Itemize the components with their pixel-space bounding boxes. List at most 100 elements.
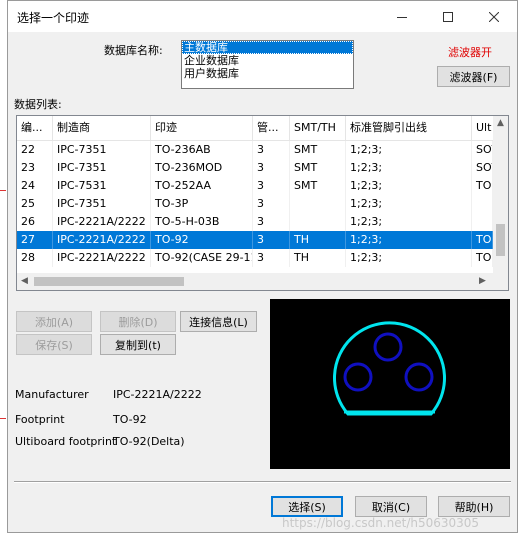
table-cell: 1;2;3; bbox=[346, 249, 472, 267]
table-cell: IPC-7351 bbox=[53, 141, 151, 159]
table-cell: 22 bbox=[17, 141, 53, 159]
table-cell: TO-92 bbox=[151, 231, 253, 249]
footprint-table[interactable]: 编... 制造商 印迹 管... SMT/TH 标准管脚引出线 Ult 22 IP… bbox=[16, 115, 509, 291]
ultiboard-value: TO-92(Delta) bbox=[113, 435, 185, 448]
background-mark bbox=[0, 190, 6, 191]
connect-info-button[interactable]: 连接信息(L) bbox=[180, 311, 257, 332]
filter-status: 滤波器开 bbox=[448, 46, 492, 59]
minimize-icon bbox=[397, 16, 407, 18]
table-header: 编... 制造商 印迹 管... SMT/TH 标准管脚引出线 Ult bbox=[17, 116, 493, 141]
background-right bbox=[519, 0, 526, 542]
table-cell: TO-5-H-03B bbox=[151, 213, 253, 231]
column-header[interactable]: SMT/TH bbox=[290, 116, 346, 140]
table-cell: 3 bbox=[253, 231, 290, 249]
maximize-button[interactable] bbox=[425, 1, 471, 32]
column-header[interactable]: 管... bbox=[253, 116, 290, 140]
table-cell: IPC-7351 bbox=[53, 159, 151, 177]
database-option[interactable]: 企业数据库 bbox=[182, 54, 353, 67]
delete-button[interactable]: 删除(D) bbox=[100, 311, 176, 332]
filter-button[interactable]: 滤波器(F) bbox=[437, 66, 510, 87]
table-cell: 1;2;3; bbox=[346, 195, 472, 213]
table-cell: IPC-2221A/2222 bbox=[53, 249, 151, 267]
cancel-button[interactable]: 取消(C) bbox=[355, 496, 427, 517]
data-list-label: 数据列表: bbox=[14, 98, 62, 111]
table-cell: TO-236AB bbox=[151, 141, 253, 159]
table-cell: TO2 bbox=[472, 177, 493, 195]
database-label: 数据库名称: bbox=[104, 44, 163, 57]
manufacturer-value: IPC-2221A/2222 bbox=[113, 388, 202, 401]
table-cell: 1;2;3; bbox=[346, 141, 472, 159]
table-cell: 1;2;3; bbox=[346, 231, 472, 249]
footprint-value: TO-92 bbox=[113, 413, 147, 426]
horizontal-scroll-thumb[interactable] bbox=[34, 277, 184, 286]
column-header[interactable]: 印迹 bbox=[151, 116, 253, 140]
table-row[interactable]: 23IPC-7351TO-236MOD3SMT1;2;3;SOT bbox=[17, 159, 493, 177]
table-row[interactable]: 27IPC-2221A/2222TO-923TH1;2;3;TO- bbox=[17, 231, 493, 249]
help-button[interactable]: 帮助(H) bbox=[438, 496, 510, 517]
table-cell: SMT bbox=[290, 177, 346, 195]
table-cell: TO- bbox=[472, 231, 493, 249]
vertical-scrollbar[interactable]: ▲ bbox=[493, 116, 508, 273]
column-header[interactable]: 制造商 bbox=[53, 116, 151, 140]
table-cell: 25 bbox=[17, 195, 53, 213]
table-cell: SMT bbox=[290, 141, 346, 159]
maximize-icon bbox=[443, 11, 453, 22]
table-cell: 3 bbox=[253, 141, 290, 159]
table-cell: TO-252AA bbox=[151, 177, 253, 195]
table-cell: TO-236MOD bbox=[151, 159, 253, 177]
footprint-dialog: 选择一个印迹 数据库名称: 主数据库 企业数据库 用户数据库 滤波器开 滤波器(… bbox=[7, 0, 518, 533]
column-header[interactable]: 编... bbox=[17, 116, 53, 140]
table-cell: 23 bbox=[17, 159, 53, 177]
table-cell: 24 bbox=[17, 177, 53, 195]
watermark: https://blog.csdn.net/h50630305 bbox=[282, 516, 480, 530]
table-row[interactable]: 24IPC-7531TO-252AA3SMT1;2;3;TO2 bbox=[17, 177, 493, 195]
table-cell bbox=[472, 213, 493, 231]
table-cell bbox=[290, 195, 346, 213]
table-cell: IPC-2221A/2222 bbox=[53, 213, 151, 231]
table-cell: TH bbox=[290, 231, 346, 249]
table-cell: 26 bbox=[17, 213, 53, 231]
table-cell bbox=[472, 195, 493, 213]
save-button[interactable]: 保存(S) bbox=[16, 334, 92, 355]
pad-2 bbox=[343, 362, 373, 392]
table-cell: 3 bbox=[253, 159, 290, 177]
copy-to-button[interactable]: 复制到(t) bbox=[100, 334, 176, 355]
table-cell: IPC-7531 bbox=[53, 177, 151, 195]
window-title: 选择一个印迹 bbox=[17, 11, 90, 25]
database-option[interactable]: 主数据库 bbox=[182, 41, 353, 54]
table-row[interactable]: 28 IPC-2221A/2222 TO-92(CASE 29-11) 3 TH 1;2;… bbox=[17, 249, 493, 267]
add-button[interactable]: 添加(A) bbox=[16, 311, 92, 332]
table-cell: TH bbox=[290, 249, 346, 267]
scroll-right-icon[interactable]: ▶ bbox=[479, 276, 486, 286]
column-header[interactable]: Ult bbox=[472, 116, 493, 140]
table-row[interactable]: 25 IPC-7351 TO-3P 3 1;2;3; bbox=[17, 195, 493, 213]
ultiboard-label: Ultiboard footprint bbox=[15, 435, 117, 448]
table-cell: 28 bbox=[17, 249, 53, 267]
database-listbox[interactable]: 主数据库 企业数据库 用户数据库 bbox=[181, 40, 354, 89]
close-button[interactable] bbox=[471, 1, 517, 32]
table-row[interactable]: 26 IPC-2221A/2222 TO-5-H-03B 3 1;2;3; bbox=[17, 213, 493, 231]
database-option[interactable]: 用户数据库 bbox=[182, 67, 353, 80]
table-cell: TO-3P bbox=[151, 195, 253, 213]
footprint-preview bbox=[270, 299, 510, 469]
column-header[interactable]: 标准管脚引出线 bbox=[346, 116, 472, 140]
scroll-up-icon[interactable]: ▲ bbox=[497, 118, 504, 128]
table-row[interactable]: 22IPC-7351TO-236AB3SMT1;2;3;SOT bbox=[17, 141, 493, 159]
pad-1 bbox=[373, 332, 403, 362]
table-cell: 1;2;3; bbox=[346, 177, 472, 195]
table-cell: 3 bbox=[253, 195, 290, 213]
table-cell: 1;2;3; bbox=[346, 213, 472, 231]
table-cell: SOT bbox=[472, 141, 493, 159]
select-button[interactable]: 选择(S) bbox=[271, 496, 343, 517]
table-cell: 3 bbox=[253, 213, 290, 231]
table-cell bbox=[290, 213, 346, 231]
horizontal-scrollbar[interactable]: ◀ ▶ bbox=[17, 273, 508, 290]
vertical-scroll-thumb[interactable] bbox=[496, 224, 505, 256]
table-cell: IPC-2221A/2222 bbox=[53, 231, 151, 249]
table-cell: 1;2;3; bbox=[346, 159, 472, 177]
minimize-button[interactable] bbox=[379, 1, 425, 32]
scroll-left-icon[interactable]: ◀ bbox=[21, 276, 28, 286]
footprint-label: Footprint bbox=[15, 413, 65, 426]
table-cell: SMT bbox=[290, 159, 346, 177]
table-cell: TO-92(CASE 29-11) bbox=[151, 249, 253, 267]
